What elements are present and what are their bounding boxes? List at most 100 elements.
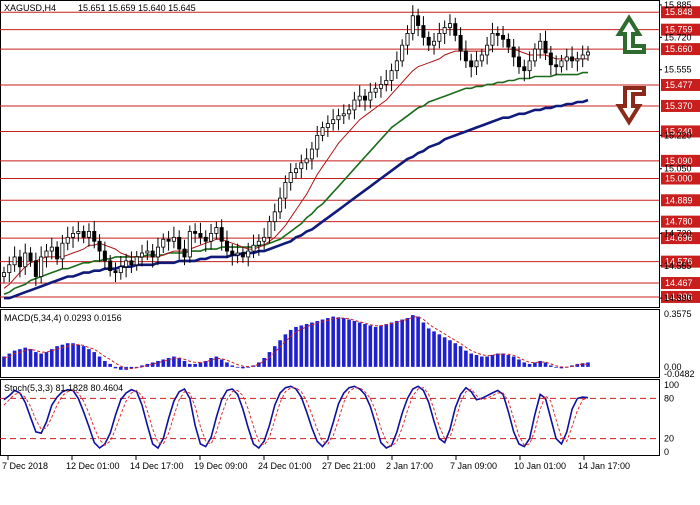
macd-bar bbox=[448, 340, 452, 367]
candle-down-body bbox=[198, 233, 203, 238]
macd-bar bbox=[299, 325, 304, 367]
candle-up-body bbox=[352, 99, 357, 111]
candle-up-body bbox=[262, 236, 267, 242]
candle-down-body bbox=[129, 260, 134, 266]
macd-tick-label: -0.0482 bbox=[664, 369, 695, 379]
price-tick-label: 15.885 bbox=[664, 0, 692, 10]
candlesticks bbox=[2, 5, 591, 286]
candle-up-body bbox=[373, 87, 378, 93]
candle-down-body bbox=[363, 95, 368, 101]
candle-down-body bbox=[92, 231, 97, 242]
macd-bar bbox=[341, 318, 346, 367]
candle-down-body bbox=[177, 236, 182, 250]
candle-up-body bbox=[325, 123, 330, 128]
macd-bar bbox=[97, 356, 102, 367]
candle-up-body bbox=[357, 95, 362, 101]
macd-bar bbox=[87, 349, 91, 367]
macd-bar bbox=[527, 363, 532, 367]
candle-up-body bbox=[368, 91, 373, 101]
time-tick-label: 7 Jan 09:00 bbox=[450, 461, 497, 471]
trading-chart: 15.84815.75915.66015.47715.37015.24015.0… bbox=[0, 0, 700, 471]
candle-up-body bbox=[76, 231, 81, 234]
candle-up-body bbox=[12, 256, 17, 266]
candle-down-body bbox=[17, 256, 22, 268]
macd-bar bbox=[156, 360, 160, 367]
candle-up-body bbox=[575, 58, 580, 62]
candle-down-body bbox=[426, 36, 431, 46]
macd-bar bbox=[480, 356, 484, 367]
time-tick-label: 7 Dec 2018 bbox=[2, 461, 48, 471]
candle-down-body bbox=[150, 250, 155, 258]
candle-up-body bbox=[235, 252, 240, 256]
macd-axis: 0.35750.00-0.0482 bbox=[664, 309, 695, 379]
candle-up-body bbox=[140, 252, 145, 258]
macd-bar bbox=[198, 362, 203, 367]
candle-up-body bbox=[538, 40, 543, 50]
candle-up-body bbox=[400, 44, 405, 62]
candle-down-body bbox=[97, 240, 102, 252]
candle-up-body bbox=[405, 33, 410, 46]
candle-up-body bbox=[23, 252, 28, 268]
candle-up-body bbox=[580, 54, 585, 60]
macd-bar bbox=[405, 318, 410, 367]
candle-down-body bbox=[516, 56, 521, 68]
macd-bar bbox=[49, 349, 54, 367]
macd-bar bbox=[416, 316, 420, 367]
stoch-tick-label: 100 bbox=[664, 380, 679, 390]
candle-up-body bbox=[39, 256, 44, 277]
candle-up-body bbox=[7, 264, 12, 274]
candle-up-body bbox=[586, 51, 591, 56]
macd-bar bbox=[485, 356, 489, 367]
candle-down-body bbox=[219, 227, 224, 242]
candle-up-body bbox=[564, 56, 569, 62]
macd-bar bbox=[92, 352, 97, 367]
candle-down-body bbox=[108, 260, 113, 272]
macd-bar bbox=[193, 363, 197, 367]
macd-bar bbox=[119, 366, 123, 370]
macd-bar bbox=[453, 343, 458, 367]
candle-up-body bbox=[272, 211, 277, 223]
candle-down-body bbox=[495, 33, 500, 36]
candle-up-body bbox=[437, 33, 442, 42]
macd-bar bbox=[283, 334, 288, 367]
macd-bar bbox=[411, 315, 415, 367]
up-signal-arrow-icon bbox=[615, 14, 646, 54]
candle-down-body bbox=[55, 246, 60, 260]
macd-bar bbox=[177, 357, 181, 367]
macd-bar bbox=[108, 363, 112, 367]
candle-up-body bbox=[49, 246, 54, 252]
candle-down-body bbox=[463, 50, 468, 62]
macd-bar bbox=[368, 325, 373, 367]
candle-up-body bbox=[283, 182, 288, 199]
candle-up-body bbox=[532, 48, 537, 62]
candle-up-body bbox=[214, 227, 219, 234]
macd-bar bbox=[426, 328, 431, 367]
macd-bar bbox=[395, 321, 399, 367]
candle-up-body bbox=[256, 240, 261, 246]
level-label: 14.467 bbox=[665, 278, 693, 288]
candle-up-body bbox=[336, 115, 341, 121]
macd-bar bbox=[103, 360, 107, 367]
macd-bar bbox=[474, 355, 479, 367]
candle-up-body bbox=[331, 119, 336, 125]
price-tick-label: 15.220 bbox=[664, 130, 692, 140]
macd-bar bbox=[326, 318, 330, 367]
macd-bar bbox=[511, 356, 516, 367]
time-tick-label: 14 Jan 17:00 bbox=[578, 461, 630, 471]
candle-up-body bbox=[304, 158, 309, 164]
candle-up-body bbox=[442, 27, 447, 34]
macd-bar bbox=[241, 366, 245, 369]
candle-down-body bbox=[230, 250, 235, 256]
price-tick-label: 14.555 bbox=[664, 261, 692, 271]
candle-up-body bbox=[347, 109, 352, 115]
candle-up-body bbox=[447, 23, 452, 28]
candle-up-body bbox=[209, 233, 214, 242]
macd-bar bbox=[490, 355, 495, 367]
macd-bar bbox=[310, 322, 314, 367]
candle-up-body bbox=[278, 197, 283, 213]
candle-down-body bbox=[416, 15, 421, 26]
macd-bar bbox=[272, 346, 277, 367]
candle-up-body bbox=[71, 233, 76, 238]
candle-up-body bbox=[124, 260, 129, 268]
macd-bar bbox=[225, 362, 229, 367]
